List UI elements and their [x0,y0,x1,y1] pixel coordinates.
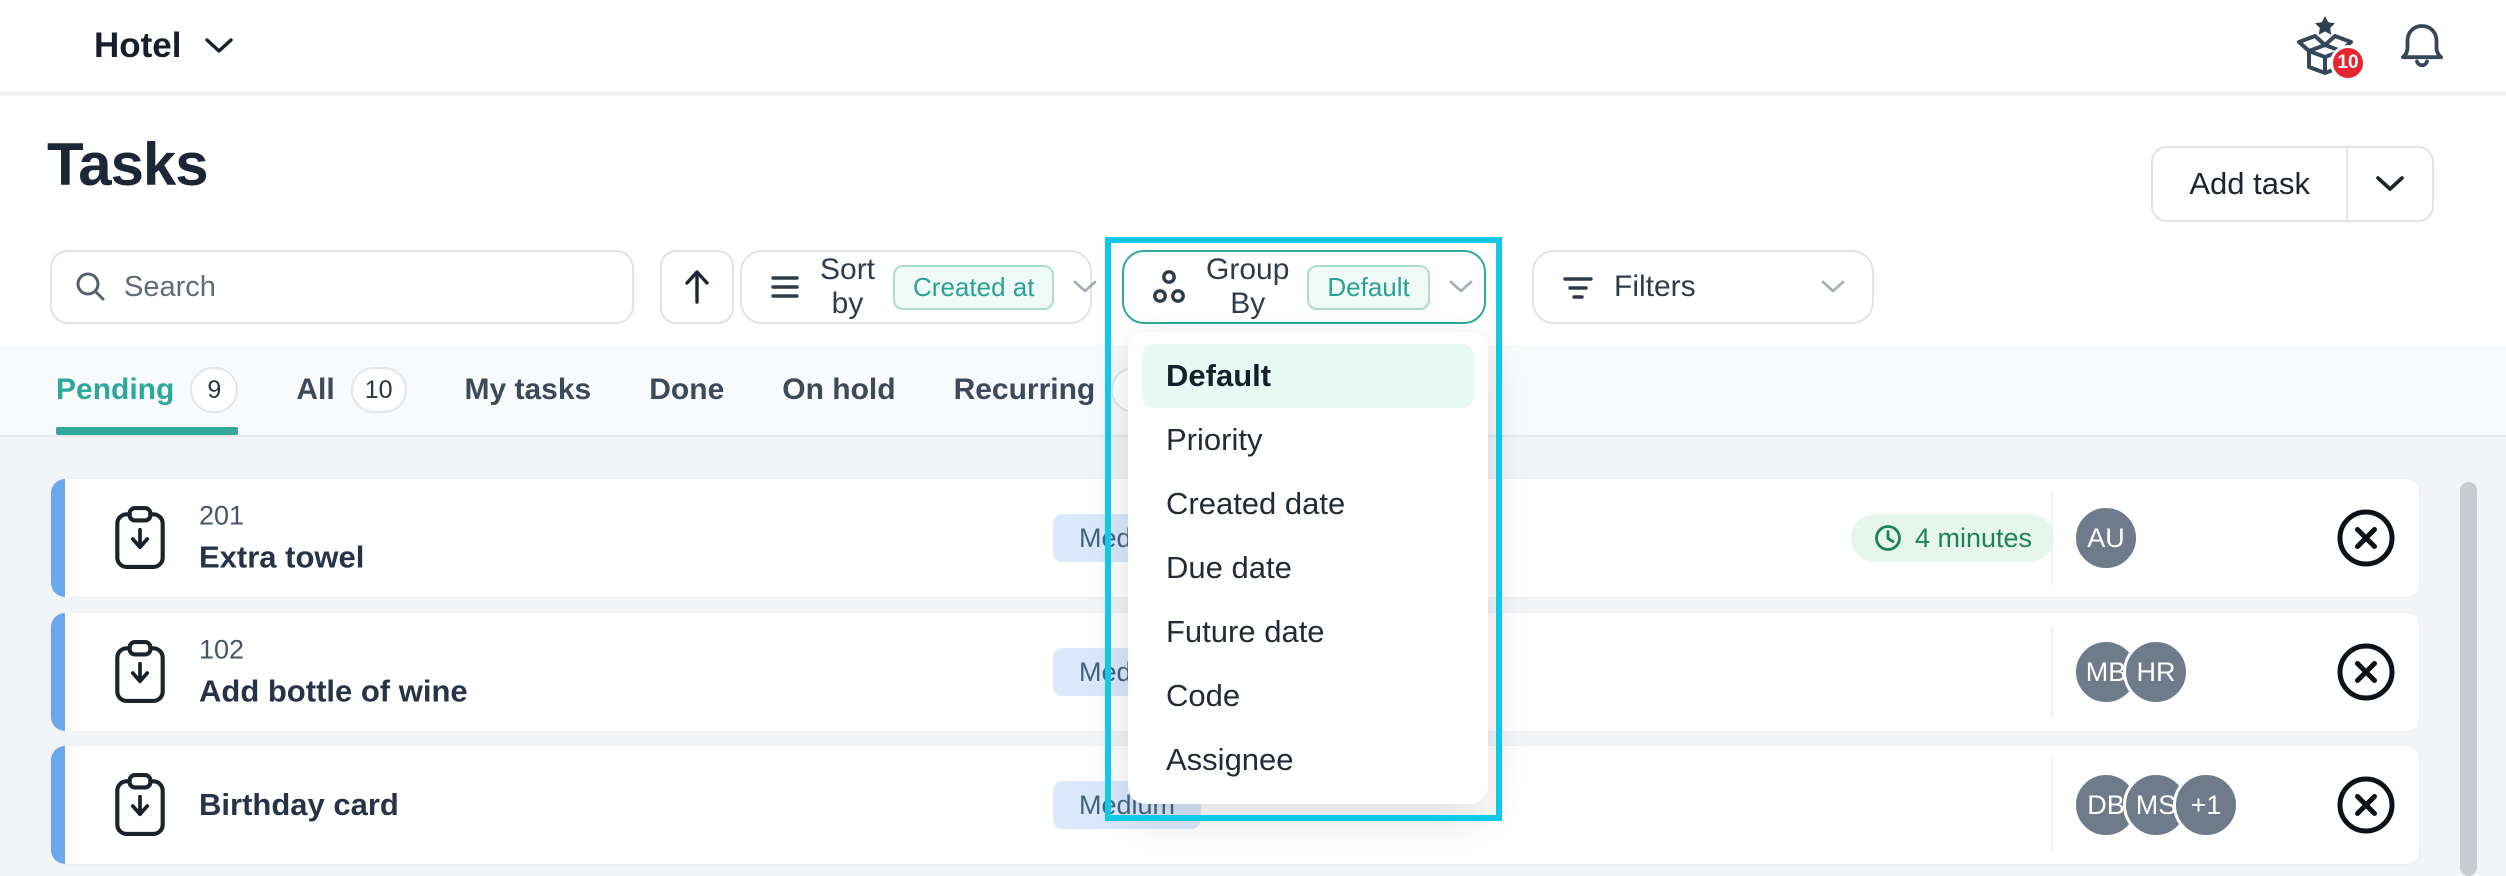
filters-label: Filters [1614,270,1696,304]
search-box [50,250,634,324]
task-code: 102 [199,635,468,666]
tab-count-badge: 10 [351,367,407,413]
dismiss-task-button[interactable] [2335,774,2397,836]
divider [2051,758,2053,852]
group-by-menu: Default Priority Created date Due date F… [1128,332,1488,804]
dismiss-task-button[interactable] [2335,641,2397,703]
whats-new-button[interactable]: 10 [2296,15,2354,77]
group-by-label: Group By [1206,253,1289,321]
divider [2051,625,2053,719]
row-accent-strip [51,613,65,731]
page-title: Tasks [47,130,208,199]
tab-label: Recurring [954,373,1096,407]
menu-item-created-date[interactable]: Created date [1142,472,1474,536]
add-task-dropdown-button[interactable] [2346,148,2432,220]
filters-dropdown[interactable]: Filters [1532,250,1874,324]
avatar-overflow: +1 [2173,772,2239,838]
task-title: Birthday card [199,787,399,823]
workspace-name: Hotel [94,26,182,66]
menu-item-due-date[interactable]: Due date [1142,536,1474,600]
sort-by-dropdown[interactable]: Sort by Created at [740,250,1092,324]
group-by-dropdown[interactable]: Group By Default [1122,250,1486,324]
group-by-value: Default [1307,265,1429,310]
due-badge: 4 minutes [1851,514,2054,562]
clipboard-arrow-icon [113,772,167,838]
sort-direction-button[interactable] [660,250,734,324]
group-circles-icon [1150,269,1188,305]
updates-count-badge: 10 [2330,45,2366,81]
task-title: Extra towel [199,540,364,576]
search-input[interactable] [124,271,610,304]
chevron-down-icon [1072,279,1098,295]
row-accent-strip [51,746,65,864]
menu-item-priority[interactable]: Priority [1142,408,1474,472]
scrollbar-thumb[interactable] [2460,482,2477,876]
task-title-block: 201 Extra towel [199,501,364,576]
tab-all[interactable]: All 10 [296,345,406,435]
chevron-down-icon [1448,279,1474,295]
notifications-button[interactable] [2398,20,2446,72]
tab-done[interactable]: Done [649,345,724,435]
filter-lines-icon [1560,269,1596,305]
tasks-page: Hotel 10 [0,0,2506,876]
chevron-down-icon [1820,279,1846,295]
task-title: Add bottle of wine [199,674,468,710]
sort-lines-icon [768,271,802,303]
assignee-avatars: MB HR [2073,639,2189,705]
menu-item-code[interactable]: Code [1142,664,1474,728]
menu-item-assignee[interactable]: Assignee [1142,728,1474,792]
add-task-button[interactable]: Add task [2153,148,2346,220]
tab-label: Pending [56,373,174,407]
tab-on-hold[interactable]: On hold [782,345,895,435]
task-title-block: 102 Add bottle of wine [199,635,468,710]
row-accent-strip [51,479,65,597]
clipboard-arrow-icon [113,505,167,571]
dismiss-task-button[interactable] [2335,507,2397,569]
workspace-switcher[interactable]: Hotel [94,0,234,92]
task-code: 201 [199,501,364,532]
divider [2051,491,2053,585]
tab-label: My tasks [465,373,592,407]
topbar: Hotel 10 [0,0,2506,94]
clipboard-arrow-icon [113,639,167,705]
bell-icon [2398,20,2446,72]
avatar: HR [2123,639,2189,705]
close-x-icon [2335,507,2397,569]
close-x-icon [2335,641,2397,703]
avatar: AU [2073,505,2139,571]
clock-icon [1873,523,1903,553]
assignee-avatars: DB MS +1 [2073,772,2239,838]
tab-label: On hold [782,373,895,407]
chevron-down-icon [204,37,234,55]
tab-my-tasks[interactable]: My tasks [465,345,592,435]
page-header: Tasks Add task [0,96,2506,345]
assignee-avatars: AU [2073,505,2139,571]
tab-pending[interactable]: Pending 9 [56,345,238,435]
due-text: 4 minutes [1915,523,2032,554]
search-icon [74,270,108,304]
close-x-icon [2335,774,2397,836]
arrow-up-icon [680,267,714,307]
menu-item-future-date[interactable]: Future date [1142,600,1474,664]
tab-count-badge: 9 [190,367,238,413]
tab-label: Done [649,373,724,407]
sort-by-value: Created at [893,265,1054,310]
topbar-actions: 10 [2296,0,2446,92]
task-title-block: Birthday card [199,787,399,823]
add-task-split-button: Add task [2151,146,2434,222]
toolbar: Sort by Created at Group By Default [0,250,2506,324]
sort-by-label: Sort by [820,253,875,321]
menu-item-default[interactable]: Default [1142,344,1474,408]
chevron-down-icon [2374,174,2406,194]
tab-label: All [296,373,334,407]
